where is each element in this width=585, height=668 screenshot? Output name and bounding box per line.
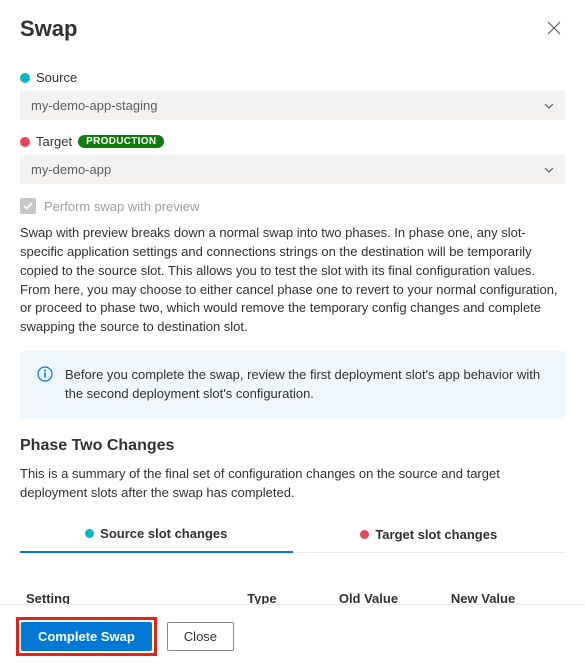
tab-target-changes[interactable]: Target slot changes [293, 516, 566, 552]
circle-icon [20, 137, 30, 147]
close-icon[interactable] [543, 17, 565, 41]
target-label-row: Target PRODUCTION [20, 134, 565, 149]
circle-icon [360, 530, 369, 539]
source-label: Source [36, 70, 77, 85]
swap-panel: Swap Source my-demo-app-staging Target P… [0, 0, 585, 668]
panel-footer: Complete Swap Close [0, 604, 585, 668]
source-label-row: Source [20, 70, 565, 85]
col-setting: Setting [20, 583, 241, 604]
source-select[interactable]: my-demo-app-staging [20, 91, 565, 120]
table-header-row: Setting Type Old Value New Value [20, 583, 565, 604]
panel-title: Swap [20, 16, 77, 42]
tab-label: Source slot changes [100, 526, 227, 541]
changes-tabs: Source slot changes Target slot changes [20, 516, 565, 553]
preview-checkbox-label: Perform swap with preview [44, 199, 199, 214]
tab-source-changes[interactable]: Source slot changes [20, 516, 293, 553]
info-text: Before you complete the swap, review the… [65, 367, 540, 401]
highlight-box: Complete Swap [16, 617, 157, 656]
col-new: New Value [445, 583, 565, 604]
phase-two-desc: This is a summary of the final set of co… [20, 465, 565, 503]
checkbox-checked-icon[interactable] [20, 198, 36, 214]
complete-swap-button[interactable]: Complete Swap [21, 622, 152, 651]
chevron-down-icon [544, 164, 554, 176]
production-badge: PRODUCTION [78, 135, 164, 148]
col-type: Type [241, 583, 333, 604]
tab-label: Target slot changes [375, 527, 497, 542]
col-old: Old Value [333, 583, 445, 604]
close-button[interactable]: Close [167, 622, 234, 651]
panel-body: Source my-demo-app-staging Target PRODUC… [0, 46, 585, 604]
chevron-down-icon [544, 100, 554, 112]
preview-checkbox-row: Perform swap with preview [20, 198, 565, 214]
circle-icon [85, 529, 94, 538]
changes-table: Setting Type Old Value New Value NetFram… [20, 583, 565, 604]
phase-two-heading: Phase Two Changes [20, 437, 565, 455]
panel-header: Swap [0, 0, 585, 46]
target-label: Target [36, 134, 72, 149]
info-message: Before you complete the swap, review the… [20, 351, 565, 419]
target-value: my-demo-app [31, 162, 111, 177]
circle-icon [20, 73, 30, 83]
explain-text: Swap with preview breaks down a normal s… [20, 224, 565, 337]
source-value: my-demo-app-staging [31, 98, 157, 113]
target-select[interactable]: my-demo-app [20, 155, 565, 184]
info-icon [37, 366, 53, 382]
